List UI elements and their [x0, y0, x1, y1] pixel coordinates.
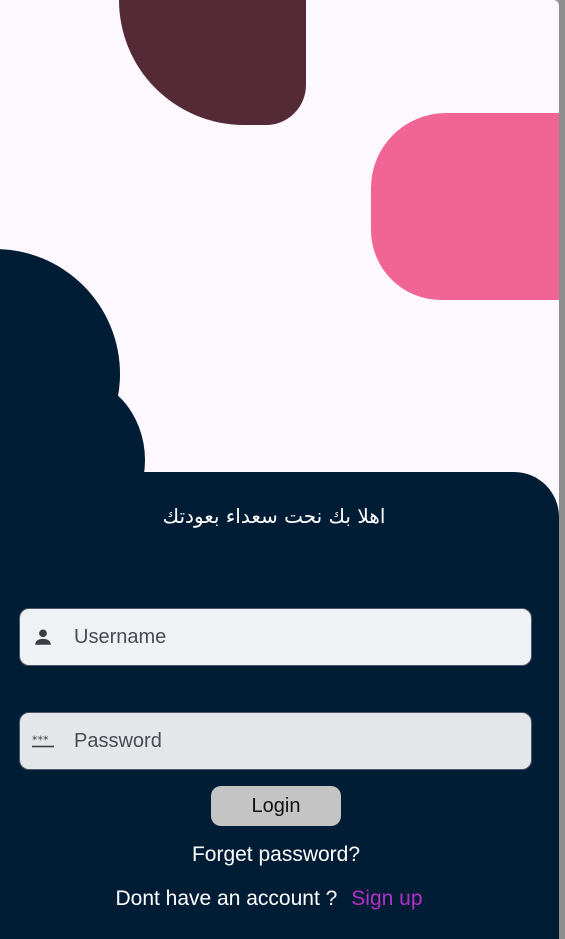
- username-field[interactable]: [19, 608, 532, 666]
- decorative-maroon-shape: [119, 0, 306, 125]
- decorative-pink-shape: [371, 113, 559, 300]
- signup-row: Dont have an account ? Sign up: [0, 887, 538, 911]
- password-input[interactable]: [74, 729, 474, 753]
- password-field[interactable]: ***: [19, 712, 532, 770]
- signup-prompt: Dont have an account ?: [115, 887, 338, 910]
- signup-link[interactable]: Sign up: [351, 887, 422, 910]
- login-panel: [0, 472, 559, 939]
- username-input[interactable]: [74, 625, 474, 649]
- login-screen: اهلا بك نحت سعداء بعودتك *** Login Forge…: [0, 0, 559, 939]
- login-button[interactable]: Login: [211, 786, 341, 826]
- forget-password-link[interactable]: Forget password?: [0, 843, 552, 867]
- person-icon: [32, 626, 54, 648]
- window-edge: [559, 0, 565, 939]
- welcome-message: اهلا بك نحت سعداء بعودتك: [162, 504, 386, 528]
- password-icon: ***: [32, 730, 54, 752]
- svg-text:***: ***: [32, 733, 49, 746]
